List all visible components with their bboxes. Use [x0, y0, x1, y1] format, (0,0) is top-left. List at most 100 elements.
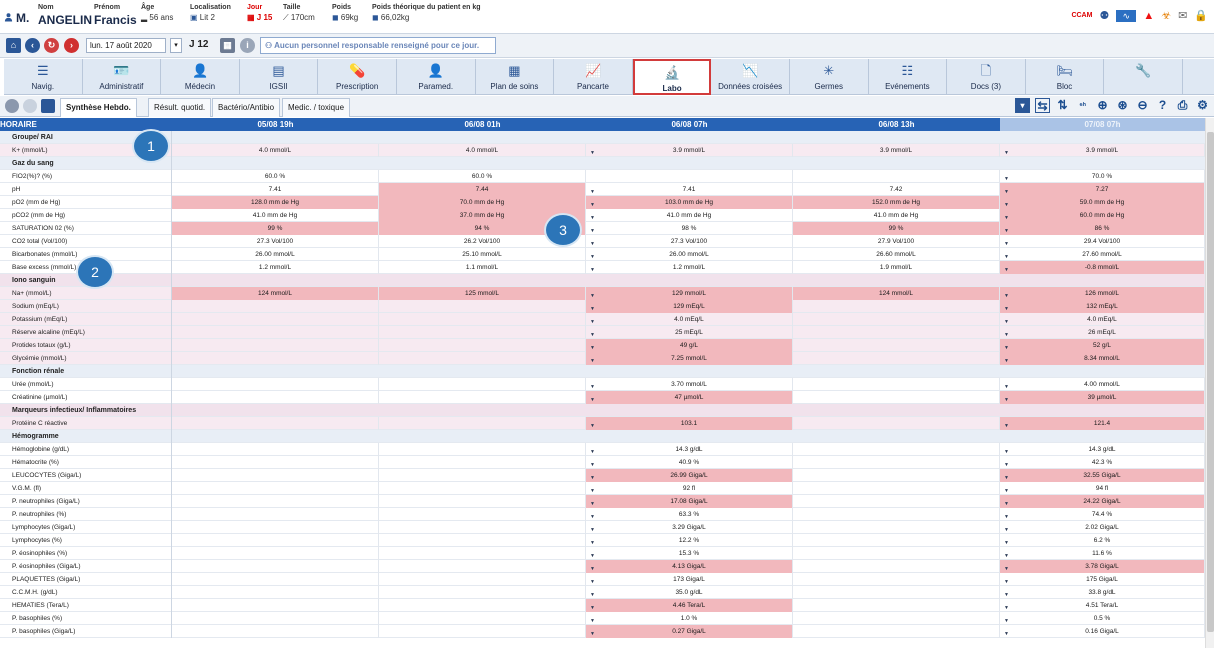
value-cell[interactable]: 128.0 mm de Hg [172, 196, 379, 209]
add-icon[interactable] [5, 99, 19, 113]
expand-arrow-icon[interactable]: ▼ [1004, 515, 1009, 520]
value-cell[interactable]: 86 % ▼ [1000, 222, 1205, 235]
expand-arrow-icon[interactable]: ▼ [1004, 242, 1009, 247]
value-cell[interactable] [172, 495, 379, 508]
expand-arrow-icon[interactable]: ▼ [590, 346, 595, 351]
expand-arrow-icon[interactable]: ▼ [590, 619, 595, 624]
expand-arrow-icon[interactable]: ▼ [590, 489, 595, 494]
value-cell[interactable] [379, 378, 586, 391]
value-cell[interactable] [379, 300, 586, 313]
expand-arrow-icon[interactable]: ▼ [590, 229, 595, 234]
value-cell[interactable]: 98 % ▼ [586, 222, 793, 235]
value-cell[interactable]: 15.3 % ▼ [586, 547, 793, 560]
value-cell[interactable] [379, 443, 586, 456]
value-cell[interactable] [793, 469, 1000, 482]
value-cell[interactable] [793, 313, 1000, 326]
value-cell[interactable] [172, 469, 379, 482]
value-cell[interactable] [172, 573, 379, 586]
expand-arrow-icon[interactable]: ▼ [1004, 541, 1009, 546]
module-navig[interactable]: ☰ Navig. [4, 59, 83, 95]
value-cell[interactable]: 3.9 mmol/L ▼ [586, 144, 793, 157]
settings-icon[interactable]: ⚙ [1195, 98, 1210, 113]
value-cell[interactable]: 26.99 Giga/L ▼ [586, 469, 793, 482]
print-icon[interactable]: ⎙ [1175, 98, 1190, 113]
split-icon[interactable]: ⇅ [1055, 98, 1070, 113]
staff-icon[interactable]: ⚉ [1099, 9, 1109, 23]
value-cell[interactable] [379, 560, 586, 573]
value-cell[interactable]: 94 fl ▼ [1000, 482, 1205, 495]
value-cell[interactable]: 27.9 Vol/100 [793, 235, 1000, 248]
value-cell[interactable]: 4.00 mmol/L ▼ [1000, 378, 1205, 391]
expand-arrow-icon[interactable]: ▼ [1004, 268, 1009, 273]
value-cell[interactable] [172, 456, 379, 469]
module-bloc[interactable]: 🛏 Bloc [1026, 59, 1105, 95]
row-label[interactable]: Sodium (mEq/L) [0, 300, 172, 313]
value-cell[interactable]: 4.51 Tera/L ▼ [1000, 599, 1205, 612]
value-cell[interactable]: 92 fl ▼ [586, 482, 793, 495]
value-cell[interactable] [172, 482, 379, 495]
module-germes[interactable]: ✳ Germes [790, 59, 869, 95]
value-cell[interactable]: 41.0 mm de Hg [793, 209, 1000, 222]
value-cell[interactable] [379, 586, 586, 599]
value-cell[interactable] [172, 612, 379, 625]
expand-arrow-icon[interactable]: ▼ [590, 515, 595, 520]
value-cell[interactable]: 99 % [172, 222, 379, 235]
value-cell[interactable]: 3.9 mmol/L ▼ [1000, 144, 1205, 157]
expand-arrow-icon[interactable]: ▼ [590, 268, 595, 273]
expand-arrow-icon[interactable]: ▼ [1004, 554, 1009, 559]
value-cell[interactable]: 14.3 g/dL ▼ [586, 443, 793, 456]
value-cell[interactable] [793, 417, 1000, 430]
expand-arrow-icon[interactable]: ▼ [590, 190, 595, 195]
value-cell[interactable]: 26.00 mmol/L [172, 248, 379, 261]
row-label[interactable]: P. éosinophiles (%) [0, 547, 172, 560]
value-cell[interactable]: 27.3 Vol/100 [172, 235, 379, 248]
value-cell[interactable] [172, 326, 379, 339]
row-label[interactable]: Protéine C réactive [0, 417, 172, 430]
value-cell[interactable] [379, 508, 586, 521]
value-cell[interactable] [793, 521, 1000, 534]
value-cell[interactable] [172, 352, 379, 365]
value-cell[interactable]: 14.3 g/dL ▼ [1000, 443, 1205, 456]
value-cell[interactable]: 4.0 mmol/L [379, 144, 586, 157]
info-icon[interactable]: i [240, 38, 255, 53]
expand-arrow-icon[interactable]: ▼ [590, 307, 595, 312]
module-m-decin[interactable]: 👤 Médecin [161, 59, 240, 95]
ccam-button[interactable]: CCAM [1071, 9, 1092, 23]
tab-bacterio[interactable]: Bactério/Antibio [212, 98, 281, 117]
expand-arrow-icon[interactable]: ▼ [590, 216, 595, 221]
section-label[interactable]: Marqueurs infectieux/ Inflammatoires [0, 404, 172, 417]
col-date-2[interactable]: 06/08 01h [379, 118, 586, 131]
module-plan-de-soins[interactable]: ▦ Plan de soins [476, 59, 555, 95]
value-cell[interactable] [793, 625, 1000, 638]
date-dropdown-icon[interactable]: ▾ [170, 38, 182, 53]
module-labo[interactable]: 🔬 Labo [632, 59, 712, 95]
zoom-fit-icon[interactable]: ⊛ [1115, 98, 1130, 113]
value-cell[interactable]: 41.0 mm de Hg ▼ [586, 209, 793, 222]
value-cell[interactable]: 3.70 mmol/L ▼ [586, 378, 793, 391]
expand-arrow-icon[interactable]: ▼ [590, 359, 595, 364]
row-label[interactable]: Lymphocytes (Giga/L) [0, 521, 172, 534]
value-cell[interactable] [793, 534, 1000, 547]
module-docs-3[interactable]: 🗋 Docs (3) [947, 59, 1026, 95]
row-label[interactable]: P. basophiles (Giga/L) [0, 625, 172, 638]
value-cell[interactable] [793, 508, 1000, 521]
value-cell[interactable]: 132 mEq/L ▼ [1000, 300, 1205, 313]
value-cell[interactable] [172, 313, 379, 326]
row-label[interactable]: Potassium (mEq/L) [0, 313, 172, 326]
value-cell[interactable]: 1.2 mmol/L ▼ [586, 261, 793, 274]
value-cell[interactable] [172, 417, 379, 430]
ecg-icon[interactable]: ∿ [1116, 10, 1137, 22]
col-horaire[interactable]: HORAIRE [0, 118, 172, 131]
expand-arrow-icon[interactable]: ▼ [1004, 307, 1009, 312]
biohazard-icon[interactable]: ☣ [1161, 9, 1171, 23]
value-cell[interactable]: 3.29 Giga/L ▼ [586, 521, 793, 534]
columns-icon[interactable]: ⇆ [1035, 98, 1050, 113]
col-date-3[interactable]: 06/08 07h [586, 118, 793, 131]
value-cell[interactable]: 60.0 % [172, 170, 379, 183]
expand-arrow-icon[interactable]: ▼ [590, 398, 595, 403]
value-cell[interactable]: 41.0 mm de Hg [172, 209, 379, 222]
row-label[interactable]: CO2 total (Vol/100) [0, 235, 172, 248]
value-cell[interactable] [586, 170, 793, 183]
row-label[interactable]: P. basophiles (%) [0, 612, 172, 625]
row-label[interactable]: LEUCOCYTES (Giga/L) [0, 469, 172, 482]
